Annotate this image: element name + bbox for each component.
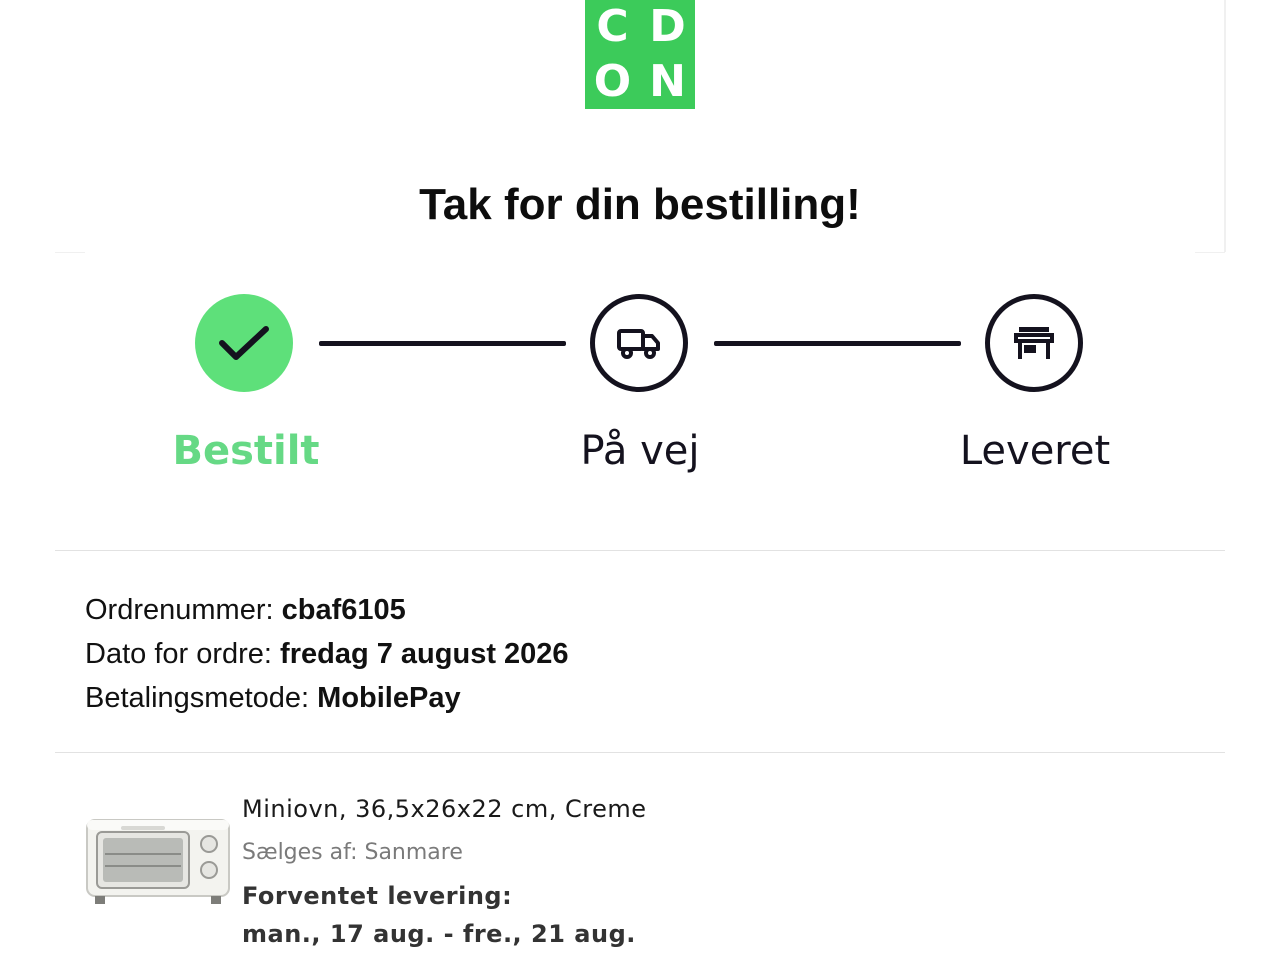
payment-method-value: MobilePay <box>317 682 461 714</box>
step-label-delivered: Leveret <box>959 428 1111 474</box>
order-status-tracker: Bestilt På vej Leveret <box>0 0 1280 500</box>
step-in-transit <box>590 294 688 392</box>
step-label-in-transit: På vej <box>580 428 700 474</box>
step-ordered <box>195 294 293 392</box>
step-label-ordered: Bestilt <box>172 428 320 474</box>
order-details: Ordrenummer: cbaf6105 Dato for ordre: fr… <box>85 588 569 720</box>
mini-oven-image[interactable] <box>85 800 231 916</box>
truck-icon <box>617 329 660 359</box>
product-seller: Sælges af: Sanmare <box>242 840 463 865</box>
step-connector-1 <box>319 341 566 346</box>
expected-delivery-range: man., 17 aug. - fre., 21 aug. <box>242 920 636 948</box>
product-name[interactable]: Miniovn, 36,5x26x22 cm, Creme <box>242 795 647 823</box>
check-icon <box>219 326 269 360</box>
payment-method-row: Betalingsmetode: MobilePay <box>85 676 569 720</box>
order-date-label: Dato for ordre: <box>85 638 272 670</box>
order-number-label: Ordrenummer: <box>85 594 274 626</box>
order-date-value: fredag 7 august 2026 <box>280 638 569 670</box>
product-item: Miniovn, 36,5x26x22 cm, Creme Sælges af:… <box>242 795 647 948</box>
order-date-row: Dato for ordre: fredag 7 august 2026 <box>85 632 569 676</box>
step-connector-2 <box>714 341 961 346</box>
store-icon <box>1014 327 1054 359</box>
step-delivered <box>985 294 1083 392</box>
divider <box>55 752 1225 753</box>
payment-method-label: Betalingsmetode: <box>85 682 310 714</box>
expected-delivery-label: Forventet levering: <box>242 882 513 910</box>
divider <box>55 550 1225 551</box>
order-number-row: Ordrenummer: cbaf6105 <box>85 588 569 632</box>
order-number-value: cbaf6105 <box>281 594 406 626</box>
